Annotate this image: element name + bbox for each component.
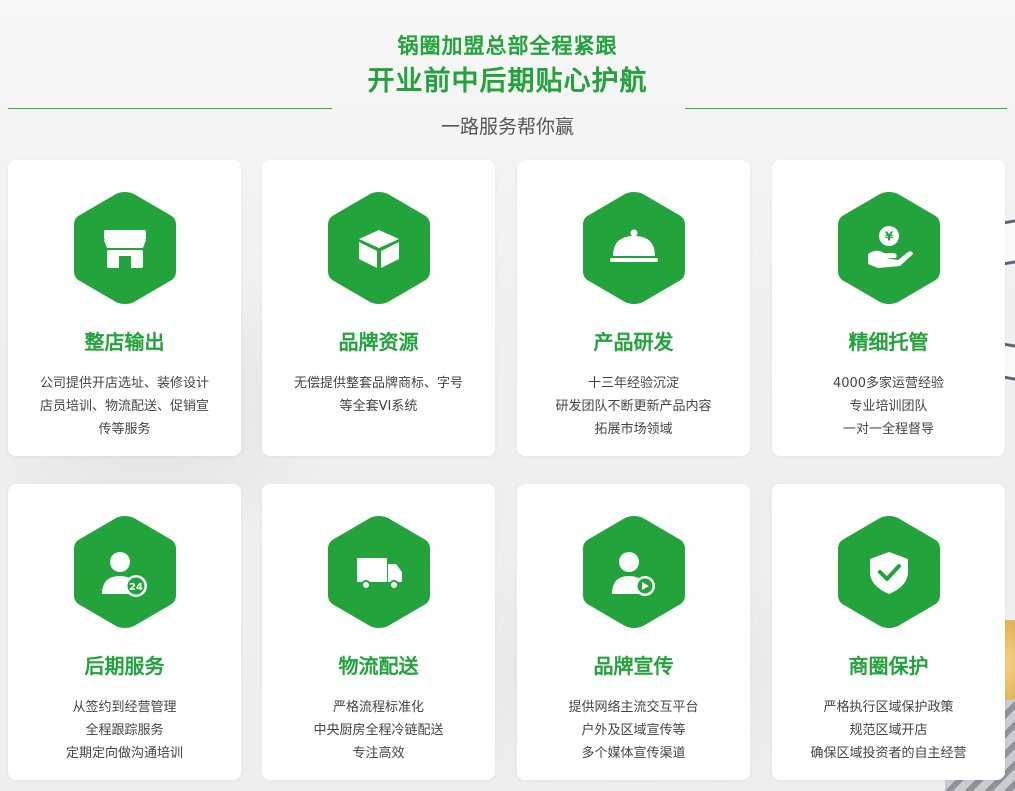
divider-left [8,108,332,109]
user-24-icon: 24 [70,512,180,632]
food-cloche-icon [579,188,689,308]
svg-text:24: 24 [129,582,143,593]
card-description: 严格执行区域保护政策 规范区域开店 确保区域投资者的自主经营 [810,700,967,761]
section-header: 锅圈加盟总部全程紧跟 开业前中后期贴心护航 一路服务帮你赢 [0,30,1015,139]
divider-right [685,108,1007,109]
card-title: 品牌宣传 [593,654,674,678]
service-card-product-rd[interactable]: 产品研发 十三年经验沉淀 研发团队不断更新产品内容 拓展市场领域 [517,160,750,456]
service-card-territory-protection[interactable]: 商圈保护 严格执行区域保护政策 规范区域开店 确保区域投资者的自主经营 [772,484,1005,780]
service-card-logistics[interactable]: 物流配送 严格流程标准化 中央厨房全程冷链配送 专注高效 [262,484,495,780]
headline-line-1: 锅圈加盟总部全程紧跟 [397,34,618,58]
store-icon [70,188,180,308]
box-icon [324,188,434,308]
truck-icon [324,512,434,632]
service-card-after-service[interactable]: 24 后期服务 从签约到经营管理 全程跟踪服务 定期定向做沟通培训 [8,484,241,780]
subtitle: 一路服务帮你赢 [440,116,574,138]
card-title: 品牌资源 [338,330,419,354]
card-description: 十三年经验沉淀 研发团队不断更新产品内容 拓展市场领域 [555,376,712,437]
service-card-brand-resources[interactable]: 品牌资源 无偿提供整套品牌商标、字号 等全套VI系统 [262,160,495,456]
card-description: 无偿提供整套品牌商标、字号 等全套VI系统 [293,376,463,414]
shield-check-icon [834,512,944,632]
card-description: 从签约到经营管理 全程跟踪服务 定期定向做沟通培训 [65,700,183,761]
user-play-icon [579,512,689,632]
headline-line-2: 开业前中后期贴心护航 [367,66,648,97]
card-description: 提供网络主流交互平台 户外及区域宣传等 多个媒体宣传渠道 [568,700,699,761]
yen-hand-icon: ¥ [834,188,944,308]
service-card-brand-promotion[interactable]: 品牌宣传 提供网络主流交互平台 户外及区域宣传等 多个媒体宣传渠道 [517,484,750,780]
card-description: 严格流程标准化 中央厨房全程冷链配送 专注高效 [313,700,444,761]
card-title: 物流配送 [338,654,419,678]
card-description: 公司提供开店选址、装修设计 店员培训、物流配送、促销宣 传等服务 [39,376,209,437]
card-description: 4000多家运营经验 专业培训团队 一对一全程督导 [832,376,945,437]
card-title: 整店输出 [84,330,165,354]
card-title: 产品研发 [593,330,674,354]
card-title: 商圈保护 [848,654,929,678]
service-card-store-output[interactable]: 整店输出 公司提供开店选址、装修设计 店员培训、物流配送、促销宣 传等服务 [8,160,241,456]
card-title: 后期服务 [84,654,165,678]
service-card-managed-operation[interactable]: ¥ 精细托管 4000多家运营经验 专业培训团队 一对一全程督导 [772,160,1005,456]
svg-text:¥: ¥ [885,230,894,244]
card-title: 精细托管 [848,330,929,354]
